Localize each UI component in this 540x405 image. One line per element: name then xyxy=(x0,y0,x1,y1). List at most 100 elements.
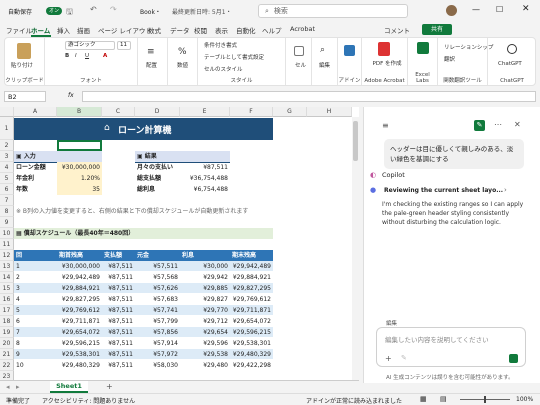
row-header[interactable]: 2 xyxy=(0,140,14,151)
sheet-tab[interactable]: Sheet1 xyxy=(50,381,88,393)
edit-icon[interactable]: ⌕ xyxy=(320,45,325,55)
fx-label[interactable]: fx xyxy=(68,92,74,99)
avatar[interactable] xyxy=(446,5,457,16)
translate-button[interactable]: 翻訳 xyxy=(444,55,455,63)
table-cell[interactable]: ¥29,596 xyxy=(180,338,230,349)
menu-data[interactable]: データ xyxy=(170,25,190,35)
new-chat-icon[interactable]: ✎ xyxy=(474,120,485,131)
add-sheet-icon[interactable]: + xyxy=(106,382,113,391)
row-header[interactable]: 10 xyxy=(0,228,14,239)
next-sheet-icon[interactable]: ▸ xyxy=(16,383,20,391)
paste-icon[interactable] xyxy=(17,43,31,59)
table-header[interactable]: 期首残高 xyxy=(57,250,102,261)
table-cell[interactable]: ¥29,480,329 xyxy=(230,349,273,360)
row-header[interactable]: 12 xyxy=(0,250,14,261)
table-cell[interactable]: ¥57,914 xyxy=(135,338,180,349)
name-box[interactable]: B2 xyxy=(4,91,46,102)
worksheet[interactable]: A B C D E F G H 1 2 3 4 5 6 7 8 9 10 11 12 13 14 15 16 1… xyxy=(0,107,359,380)
table-cell[interactable]: ¥29,712 xyxy=(180,316,230,327)
zoom-level[interactable]: 100% xyxy=(516,396,533,403)
table-cell[interactable]: ¥29,538,301 xyxy=(57,349,102,360)
table-cell[interactable]: ¥29,827,295 xyxy=(230,283,273,294)
table-cell[interactable]: ¥30,000,000 xyxy=(57,261,102,272)
result-value[interactable]: ¥87,511 xyxy=(180,162,230,173)
menu-view[interactable]: 表示 xyxy=(215,25,228,35)
table-cell[interactable]: ¥29,422,298 xyxy=(230,360,273,371)
result-value[interactable]: ¥36,754,488 xyxy=(180,173,230,184)
font-color-icon[interactable]: A xyxy=(103,53,107,59)
table-cell[interactable]: ¥87,511 xyxy=(102,294,135,305)
table-cell[interactable]: ¥30,000 xyxy=(180,261,230,272)
table-cell[interactable]: ¥29,538 xyxy=(180,349,230,360)
share-button[interactable]: 共有 xyxy=(422,24,452,35)
column-header[interactable]: B xyxy=(57,107,102,117)
row-header[interactable]: 9 xyxy=(0,217,14,228)
send-icon[interactable] xyxy=(509,354,518,363)
file-name[interactable]: Book・ xyxy=(140,7,161,16)
row-header[interactable]: 17 xyxy=(0,305,14,316)
zoom-slider[interactable] xyxy=(460,396,510,403)
row-header[interactable]: 14 xyxy=(0,272,14,283)
table-cell[interactable]: ¥57,568 xyxy=(135,272,180,283)
table-cell[interactable]: ¥29,885 xyxy=(180,283,230,294)
table-cell[interactable]: ¥29,596,215 xyxy=(57,338,102,349)
accessibility-status[interactable]: アクセシビリティ: 問題ありません xyxy=(42,396,135,405)
input-value[interactable]: ¥30,000,000 xyxy=(57,162,102,173)
active-cell-b2[interactable] xyxy=(57,140,102,151)
table-cell[interactable]: ¥29,827 xyxy=(180,294,230,305)
table-cell[interactable]: ¥29,942,489 xyxy=(57,272,102,283)
table-cell[interactable]: ¥87,511 xyxy=(102,316,135,327)
font-name-select[interactable]: 游ゴシック xyxy=(65,41,115,50)
row-header[interactable]: 4 xyxy=(0,162,14,173)
page-layout-icon[interactable]: ▤ xyxy=(440,395,447,403)
result-value[interactable]: ¥6,754,488 xyxy=(180,184,230,195)
save-icon[interactable]: 🖫 xyxy=(66,6,73,20)
table-cell[interactable]: 3 xyxy=(14,283,57,294)
row-header[interactable]: 3 xyxy=(0,151,14,162)
table-cell[interactable]: ¥57,799 xyxy=(135,316,180,327)
bold-icon[interactable]: B xyxy=(65,53,69,59)
underline-icon[interactable]: U xyxy=(85,53,89,59)
table-cell[interactable]: ¥29,538,301 xyxy=(230,338,273,349)
column-header[interactable]: H xyxy=(307,107,352,117)
close-icon[interactable]: ✕ xyxy=(522,4,530,14)
more-icon[interactable]: ⋯ xyxy=(494,120,502,129)
input-value[interactable]: 1.20% xyxy=(57,173,102,184)
formula-input[interactable] xyxy=(82,91,536,102)
table-cell[interactable]: ¥29,480 xyxy=(180,360,230,371)
align-icon[interactable]: ≡ xyxy=(147,47,155,57)
table-cell[interactable]: ¥29,654,072 xyxy=(230,316,273,327)
table-cell[interactable]: ¥29,769,612 xyxy=(57,305,102,316)
table-cell[interactable]: ¥87,511 xyxy=(102,360,135,371)
table-cell[interactable]: 7 xyxy=(14,327,57,338)
redo-icon[interactable]: ↷ xyxy=(110,5,117,14)
autosave-toggle[interactable]: オン xyxy=(46,7,62,15)
search-box[interactable]: ⌕ 検索 xyxy=(258,4,408,18)
menu-automate[interactable]: 自動化 xyxy=(236,25,256,35)
pdf-icon[interactable] xyxy=(378,42,390,56)
menu-formulas[interactable]: 数式 xyxy=(148,25,161,35)
table-cell[interactable]: ¥87,511 xyxy=(102,283,135,294)
maximize-icon[interactable]: ☐ xyxy=(496,5,503,14)
table-cell[interactable]: 2 xyxy=(14,272,57,283)
menu-insert[interactable]: 挿入 xyxy=(57,25,70,35)
row-header[interactable]: 15 xyxy=(0,283,14,294)
table-cell[interactable]: ¥87,511 xyxy=(102,349,135,360)
comment-button[interactable]: コメント xyxy=(384,25,410,35)
table-cell[interactable]: ¥29,711,871 xyxy=(57,316,102,327)
minimize-icon[interactable]: — xyxy=(472,5,480,14)
column-header[interactable]: F xyxy=(230,107,273,117)
table-cell[interactable]: ¥29,596,215 xyxy=(230,327,273,338)
row-header[interactable]: 1 xyxy=(0,117,14,140)
column-header[interactable]: D xyxy=(135,107,180,117)
menu-home[interactable]: ホーム xyxy=(31,25,50,35)
prompt-input[interactable]: 編集したい内容を説明してください + ✎ xyxy=(376,327,526,367)
table-cell[interactable]: ¥57,626 xyxy=(135,283,180,294)
row-header[interactable]: 19 xyxy=(0,327,14,338)
cell-icon[interactable] xyxy=(294,46,304,56)
row-header[interactable]: 7 xyxy=(0,195,14,206)
excel-labs-icon[interactable] xyxy=(417,42,429,54)
column-header[interactable]: G xyxy=(273,107,307,117)
menu-page-layout[interactable]: ページ レイアウト xyxy=(98,25,152,35)
row-header[interactable]: 18 xyxy=(0,316,14,327)
